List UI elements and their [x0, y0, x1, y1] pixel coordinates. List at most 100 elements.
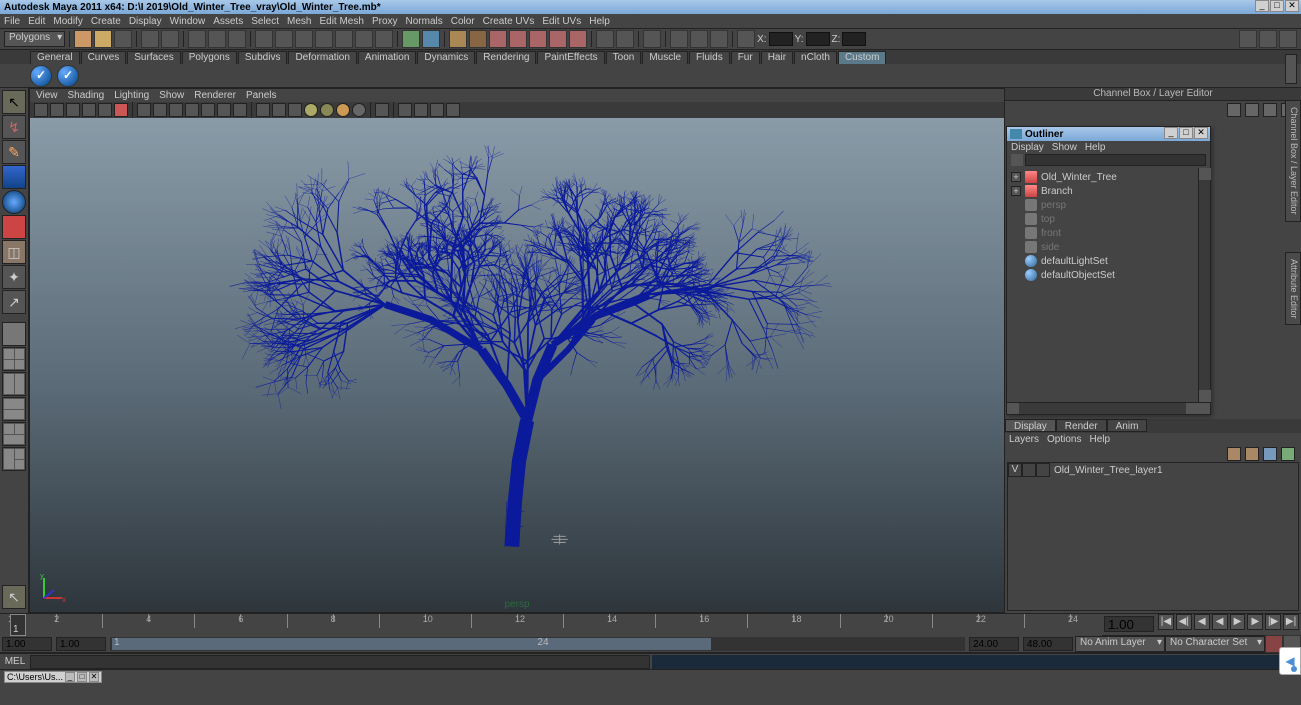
menu-edit-mesh[interactable]: Edit Mesh	[319, 16, 363, 27]
panel-layout-2-icon[interactable]	[616, 30, 634, 48]
channels-icon[interactable]	[1227, 103, 1241, 117]
move-layer-up-icon[interactable]	[1227, 447, 1241, 461]
redo-icon[interactable]	[161, 30, 179, 48]
vp-tool-shaded-icon[interactable]	[272, 103, 286, 117]
vp-tool-no-shadows-icon[interactable]	[430, 103, 444, 117]
menu-create-uvs[interactable]: Create UVs	[483, 16, 535, 27]
input-line-op-icon[interactable]	[670, 30, 688, 48]
two-pane-stack-layout[interactable]	[2, 397, 26, 421]
time-slider-track[interactable]: 124681012141618202224 1	[0, 614, 1102, 636]
shelf-tab-hair[interactable]: Hair	[761, 51, 793, 64]
menu-set-dropdown[interactable]: Polygons	[4, 31, 65, 47]
select-by-component-icon[interactable]	[228, 30, 246, 48]
outliner-item-branch[interactable]: + Branch	[1009, 184, 1208, 198]
x-field[interactable]	[769, 32, 793, 46]
anim-layer-dropdown[interactable]: No Anim Layer	[1075, 636, 1165, 652]
expand-toggle[interactable]: +	[1011, 186, 1021, 196]
shelf-tab-polygons[interactable]: Polygons	[182, 51, 237, 64]
paint-select-tool[interactable]: ✎	[2, 140, 26, 164]
shelf-tab-surfaces[interactable]: Surfaces	[127, 51, 180, 64]
vp-tool-wireframe-icon[interactable]	[256, 103, 270, 117]
shelf-tab-ncloth[interactable]: nCloth	[794, 51, 837, 64]
render-current-icon[interactable]	[449, 30, 467, 48]
render-globals-icon[interactable]	[489, 30, 507, 48]
move-tool[interactable]	[2, 165, 26, 189]
shelf-tab-custom[interactable]: Custom	[838, 51, 886, 64]
minimized-maximize-button[interactable]: □	[77, 672, 87, 682]
layer-menu-options[interactable]: Options	[1047, 434, 1081, 445]
scale-tool[interactable]	[2, 215, 26, 239]
playback-end-field[interactable]	[969, 637, 1019, 651]
soft-mod-tool[interactable]: ✦	[2, 265, 26, 289]
construction-history-icon[interactable]	[643, 30, 661, 48]
menu-select[interactable]: Select	[251, 16, 279, 27]
maximize-button[interactable]: □	[1270, 0, 1284, 12]
toggle-tool-settings-icon[interactable]	[1259, 30, 1277, 48]
outliner-maximize-button[interactable]: □	[1179, 127, 1193, 139]
outliner-window[interactable]: Outliner _ □ ✕ Display Show Help + Old_W…	[1006, 126, 1211, 415]
universal-manip-tool[interactable]: ◫	[2, 240, 26, 264]
animation-end-field[interactable]	[1023, 637, 1073, 651]
menu-help[interactable]: Help	[589, 16, 610, 27]
vp-tool-gate-mask-icon[interactable]	[185, 103, 199, 117]
menu-edit[interactable]: Edit	[28, 16, 45, 27]
viewport-canvas[interactable]: y x persp	[30, 118, 1004, 612]
range-bar[interactable]	[112, 638, 711, 650]
new-scene-icon[interactable]	[74, 30, 92, 48]
three-pane-layout-2[interactable]	[2, 447, 26, 471]
menu-modify[interactable]: Modify	[53, 16, 82, 27]
snap-plane-icon[interactable]	[315, 30, 333, 48]
command-input[interactable]	[30, 655, 650, 669]
render-2-icon[interactable]	[529, 30, 547, 48]
menu-mesh[interactable]: Mesh	[287, 16, 311, 27]
outliner-item-persp[interactable]: persp	[1009, 198, 1208, 212]
ipr-render-icon[interactable]	[469, 30, 487, 48]
vp-tool-grease-pencil-icon[interactable]	[114, 103, 128, 117]
layer-row[interactable]: V Old_Winter_Tree_layer1	[1008, 463, 1298, 477]
vp-tool-xray-icon[interactable]	[398, 103, 412, 117]
render-3-icon[interactable]	[549, 30, 567, 48]
outliner-menu-help[interactable]: Help	[1085, 142, 1106, 153]
layer-display-type[interactable]	[1022, 463, 1036, 477]
animation-start-field[interactable]	[2, 637, 52, 651]
expand-toggle[interactable]: +	[1011, 172, 1021, 182]
layer-tab-display[interactable]: Display	[1005, 419, 1056, 432]
lasso-tool[interactable]: ↯	[2, 115, 26, 139]
outliner-minimize-button[interactable]: _	[1164, 127, 1178, 139]
shelf-tab-fur[interactable]: Fur	[731, 51, 760, 64]
shelf-tab-animation[interactable]: Animation	[358, 51, 416, 64]
vp-tool-use-all-lights-icon[interactable]	[304, 103, 318, 117]
snap-point-icon[interactable]	[295, 30, 313, 48]
two-pane-side-layout[interactable]	[2, 372, 26, 396]
outliner-item-front[interactable]: front	[1009, 226, 1208, 240]
step-forward-key-button[interactable]: |▶	[1265, 614, 1281, 630]
playback-start-field[interactable]	[56, 637, 106, 651]
outliner-item-side[interactable]: side	[1009, 240, 1208, 254]
vp-tool-select-camera-icon[interactable]	[34, 103, 48, 117]
menu-proxy[interactable]: Proxy	[372, 16, 398, 27]
vp-tool-textured-icon[interactable]	[288, 103, 302, 117]
y-field[interactable]	[806, 32, 830, 46]
snap-live-icon[interactable]	[335, 30, 353, 48]
shelf-tab-toon[interactable]: Toon	[606, 51, 642, 64]
shelf-button-1[interactable]	[30, 65, 52, 87]
vp-tool-hq-icon[interactable]	[336, 103, 350, 117]
scroll-right-button[interactable]	[1186, 403, 1198, 414]
scroll-track[interactable]	[1019, 403, 1186, 414]
vp-menu-shading[interactable]: Shading	[68, 90, 105, 101]
new-layer-from-selected-icon[interactable]	[1281, 447, 1295, 461]
menu-color[interactable]: Color	[451, 16, 475, 27]
play-backward-button[interactable]: ◀	[1212, 614, 1228, 630]
side-tab-channel-box[interactable]: Channel Box / Layer Editor	[1285, 100, 1301, 222]
minimize-button[interactable]: _	[1255, 0, 1269, 12]
outliner-tree[interactable]: + Old_Winter_Tree + Branch persp top fro…	[1007, 168, 1210, 402]
remote-session-handle[interactable]: ◀	[1279, 647, 1301, 675]
close-button[interactable]: ✕	[1285, 0, 1299, 12]
vp-tool-lock-camera-icon[interactable]	[50, 103, 64, 117]
undo-icon[interactable]	[141, 30, 159, 48]
outliner-menu-show[interactable]: Show	[1052, 142, 1077, 153]
menu-normals[interactable]: Normals	[406, 16, 443, 27]
outliner-search-input[interactable]	[1025, 154, 1206, 166]
outliner-item-old-winter-tree[interactable]: + Old_Winter_Tree	[1009, 170, 1208, 184]
minimized-restore-button[interactable]: _	[65, 672, 75, 682]
